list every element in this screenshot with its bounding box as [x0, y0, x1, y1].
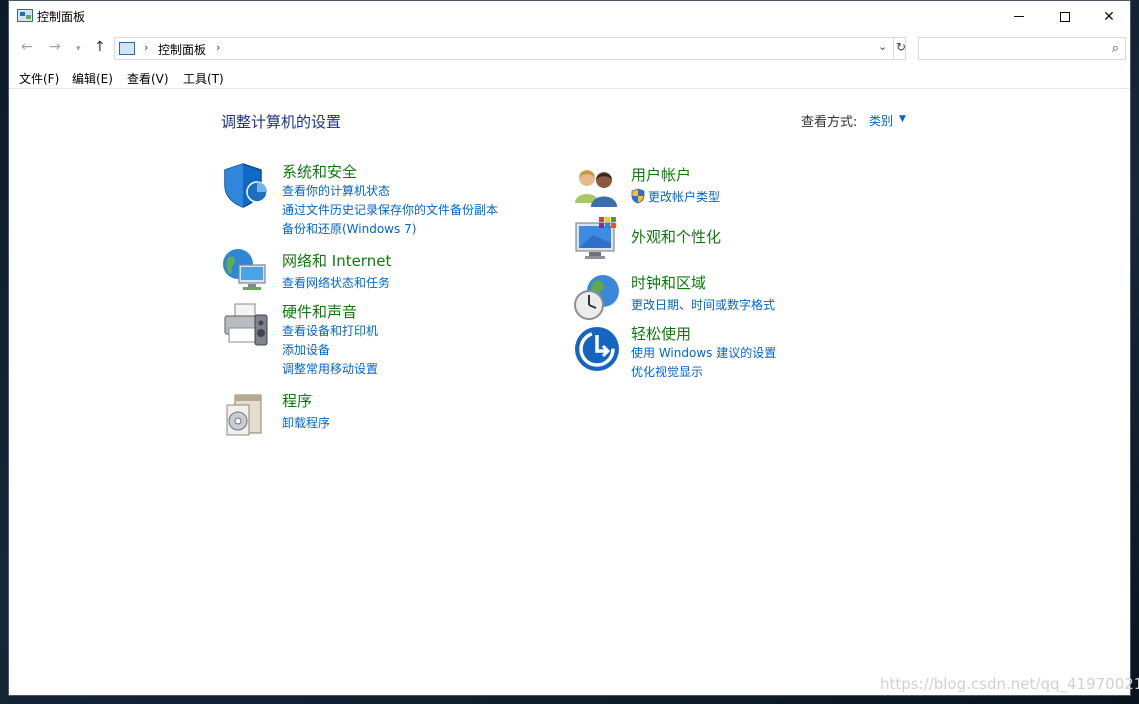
chevron-right-icon[interactable]: ›: [144, 41, 148, 54]
link-mobility-settings[interactable]: 调整常用移动设置: [282, 360, 378, 377]
close-icon: ✕: [1103, 8, 1115, 25]
monitor-palette-icon[interactable]: [573, 215, 621, 263]
link-uninstall-program[interactable]: 卸载程序: [282, 414, 330, 431]
link-change-account-type[interactable]: 更改帐户类型: [648, 188, 720, 205]
network-globe-icon[interactable]: [221, 247, 269, 295]
chevron-right-icon[interactable]: ›: [216, 41, 220, 54]
back-button[interactable]: ←: [21, 39, 33, 55]
minimize-button[interactable]: [996, 1, 1042, 32]
view-by-dropdown[interactable]: 类别: [869, 112, 893, 129]
caret-down-icon[interactable]: ▼: [899, 114, 906, 124]
window-title: 控制面板: [37, 10, 86, 24]
ease-of-access-icon[interactable]: [573, 325, 621, 373]
link-backup-restore[interactable]: 备份和还原(Windows 7): [282, 220, 416, 237]
search-icon[interactable]: ⌕: [1112, 41, 1119, 56]
close-button[interactable]: ✕: [1086, 1, 1132, 32]
category-ease-of-access[interactable]: 轻松使用: [631, 323, 691, 344]
link-optimize-visual-display[interactable]: 优化视觉显示: [631, 363, 703, 380]
minimize-icon: [1014, 16, 1024, 17]
control-panel-icon: [17, 9, 33, 22]
users-icon[interactable]: [573, 163, 621, 211]
link-devices-printers[interactable]: 查看设备和打印机: [282, 322, 378, 339]
category-network-internet[interactable]: 网络和 Internet: [282, 250, 391, 271]
link-network-status[interactable]: 查看网络状态和任务: [282, 274, 390, 291]
menu-edit[interactable]: 编辑(E): [72, 70, 113, 87]
uac-shield-icon: [631, 188, 645, 204]
link-date-time-format[interactable]: 更改日期、时间或数字格式: [631, 296, 775, 313]
address-bar[interactable]: › 控制面板 › ⌄ ↻: [114, 37, 906, 60]
programs-icon[interactable]: [221, 391, 269, 439]
maximize-button[interactable]: [1042, 1, 1088, 32]
menu-tools[interactable]: 工具(T): [183, 70, 224, 87]
link-add-device[interactable]: 添加设备: [282, 341, 330, 358]
shield-icon[interactable]: [221, 161, 269, 209]
menu-file[interactable]: 文件(F): [19, 70, 59, 87]
category-hardware-sound[interactable]: 硬件和声音: [282, 301, 357, 322]
link-recommended-settings[interactable]: 使用 Windows 建议的设置: [631, 344, 776, 361]
title-bar[interactable]: 控制面板 ✕: [9, 1, 1130, 32]
menu-bar: 文件(F) 编辑(E) 查看(V) 工具(T): [9, 67, 1130, 89]
category-system-security[interactable]: 系统和安全: [282, 161, 357, 182]
category-clock-region[interactable]: 时钟和区域: [631, 272, 706, 293]
printer-icon[interactable]: [221, 301, 269, 349]
recent-locations-button[interactable]: ▾: [76, 44, 81, 54]
up-button[interactable]: ↑: [94, 39, 106, 55]
control-panel-icon: [119, 42, 135, 55]
control-panel-window: 控制面板 ✕ ← → ▾ ↑ › 控制面板 › ⌄ ↻ ⌕ 文件(F) 编辑(E…: [8, 0, 1131, 696]
chevron-down-icon[interactable]: ⌄: [878, 40, 887, 53]
maximize-icon: [1060, 11, 1070, 22]
clock-globe-icon[interactable]: [573, 273, 621, 321]
link-file-history[interactable]: 通过文件历史记录保存你的文件备份副本: [282, 201, 498, 218]
menu-view[interactable]: 查看(V): [127, 70, 169, 87]
forward-button[interactable]: →: [49, 39, 61, 55]
category-user-accounts[interactable]: 用户帐户: [631, 164, 691, 185]
category-appearance-personalization[interactable]: 外观和个性化: [631, 226, 721, 247]
page-title: 调整计算机的设置: [221, 113, 342, 131]
category-programs[interactable]: 程序: [282, 390, 312, 411]
view-by-label: 查看方式:: [801, 115, 858, 130]
breadcrumb-control-panel[interactable]: 控制面板: [158, 41, 206, 58]
search-input[interactable]: ⌕: [918, 37, 1126, 60]
watermark: https://blog.csdn.net/qq_41970021: [880, 675, 1139, 693]
link-view-computer-status[interactable]: 查看你的计算机状态: [282, 182, 390, 199]
refresh-icon[interactable]: ↻: [893, 38, 906, 59]
